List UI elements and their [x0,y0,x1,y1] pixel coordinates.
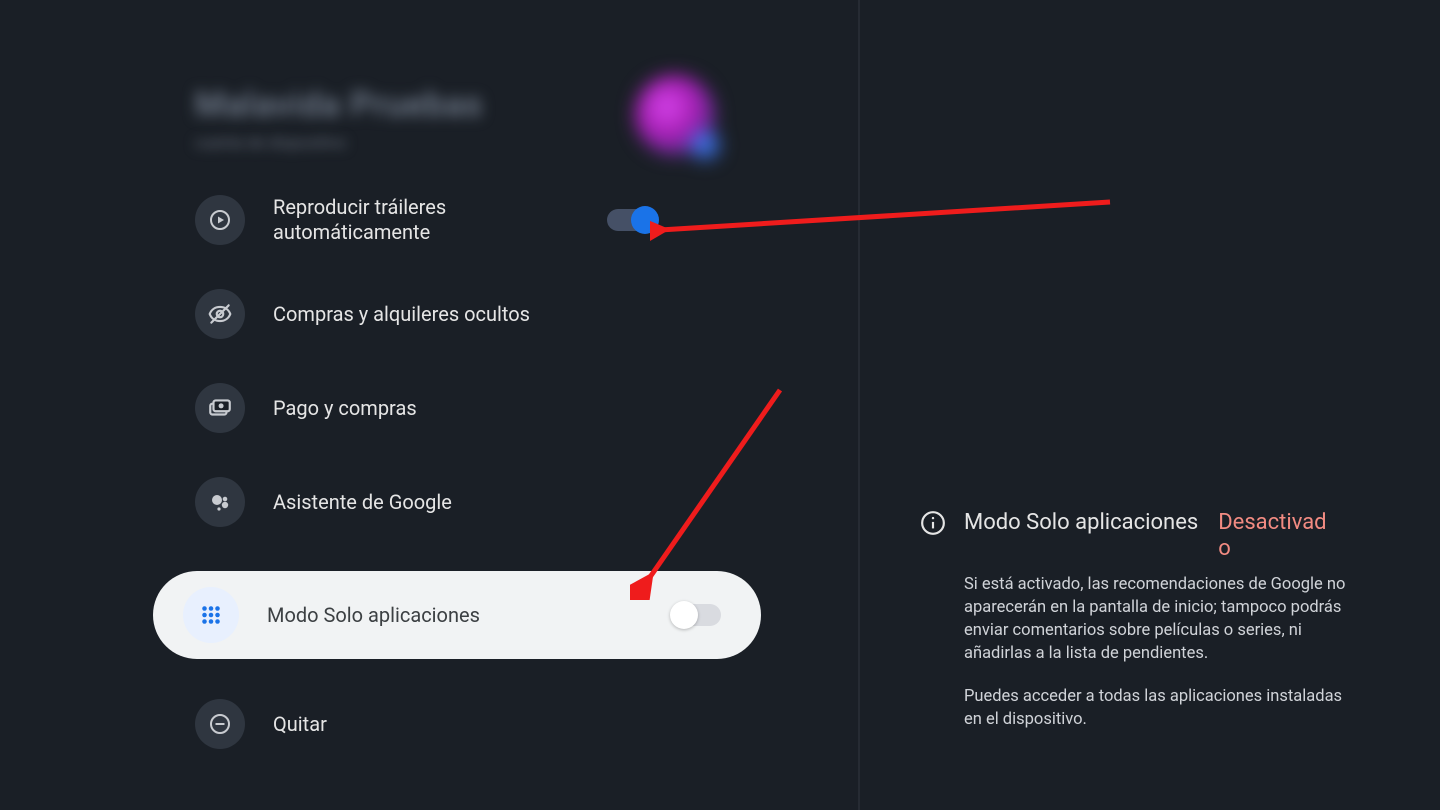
info-icon [920,510,946,536]
account-name-blurred: Malavida Pruebas [195,85,483,125]
setting-label: Pago y compras [273,396,417,421]
detail-description: Si está activado, las recomendaciones de… [964,573,1350,732]
settings-list: Malavida Pruebas cuenta de dispositivo R… [195,85,715,749]
avatar [635,75,715,155]
detail-panel: Modo Solo aplicaciones Desactivado Si es… [920,510,1350,751]
setting-label: Compras y alquileres ocultos [273,302,530,327]
detail-title: Modo Solo aplicaciones [964,510,1198,535]
account-sub-blurred: cuenta de dispositivo [195,133,346,152]
apps-grid-icon [183,587,239,643]
account-header: Malavida Pruebas cuenta de dispositivo [195,85,715,175]
assistant-icon [195,477,245,527]
setting-label: Quitar [273,712,327,737]
eye-off-icon [195,289,245,339]
payment-icon [195,383,245,433]
setting-label: Asistente de Google [273,490,452,515]
setting-label: Reproducir tráileres automáticamente [273,195,493,245]
setting-label: Modo Solo aplicaciones [267,603,480,628]
autoplay-toggle[interactable] [607,209,655,231]
setting-autoplay-trailers[interactable]: Reproducir tráileres automáticamente [195,195,715,245]
annotation-arrow-1 [650,190,1120,250]
remove-icon [195,699,245,749]
apps-only-toggle[interactable] [673,604,721,626]
setting-assistant[interactable]: Asistente de Google [195,477,715,527]
play-icon [195,195,245,245]
panel-divider [858,0,860,810]
setting-remove[interactable]: Quitar [195,699,715,749]
detail-status: Desactivado [1218,510,1328,563]
detail-para-1: Si está activado, las recomendaciones de… [964,573,1350,665]
setting-hidden-purchases[interactable]: Compras y alquileres ocultos [195,289,715,339]
setting-apps-only-mode[interactable]: Modo Solo aplicaciones [153,571,761,659]
setting-payment[interactable]: Pago y compras [195,383,715,433]
detail-para-2: Puedes acceder a todas las aplicaciones … [964,685,1350,731]
